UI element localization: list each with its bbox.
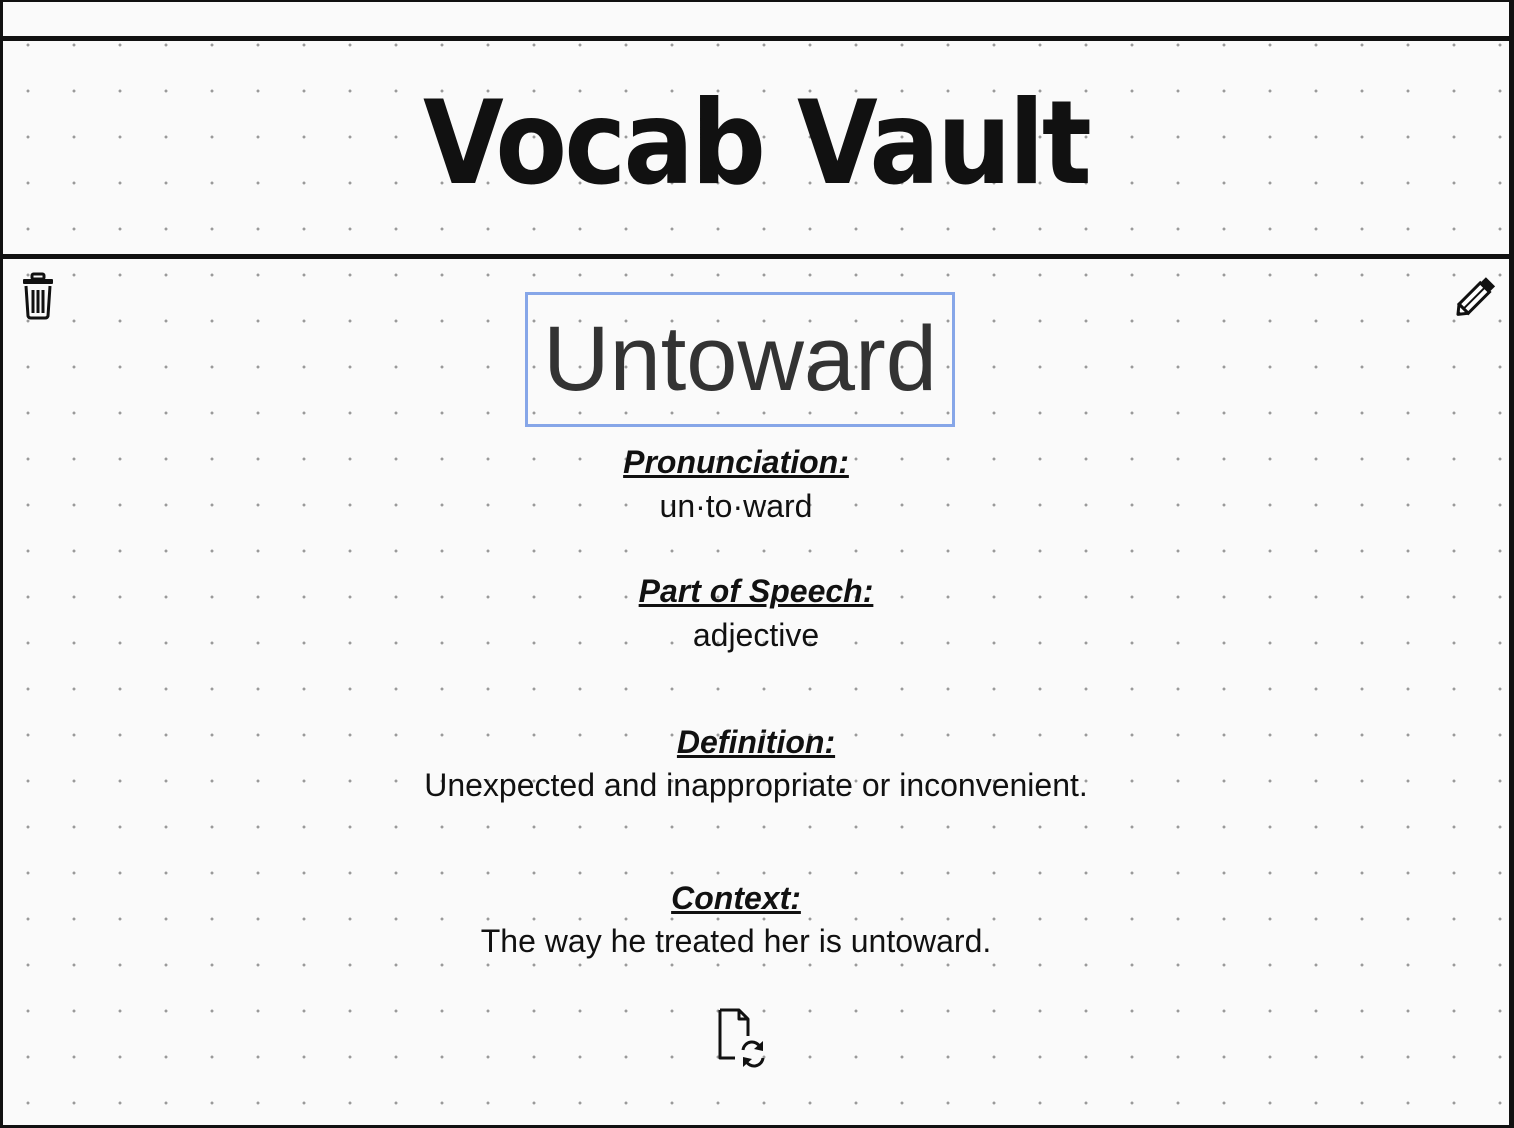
context-label: Context: [671, 880, 801, 916]
pronunciation-value: un·to·ward [659, 488, 813, 524]
word-title[interactable]: Untoward [525, 292, 955, 427]
top-strip [3, 2, 1509, 38]
app-title: Vocab Vault [422, 76, 1092, 211]
header-bottom-rule [3, 254, 1509, 259]
header-top-rule [3, 36, 1509, 41]
vocab-page: Vocab Vault Untoward Pronunciation: un·t… [0, 0, 1514, 1128]
trash-icon [23, 272, 53, 320]
pronunciation-label: Pronunciation: [623, 444, 849, 480]
regenerate-word-button[interactable] [711, 1006, 773, 1072]
edit-word-button[interactable] [1451, 272, 1501, 322]
part-of-speech-label: Part of Speech: [638, 573, 874, 609]
definition-label: Definition: [676, 724, 836, 760]
file-refresh-icon [718, 1008, 765, 1068]
delete-word-button[interactable] [19, 272, 59, 322]
definition-value: Unexpected and inappropriate or inconven… [424, 767, 1088, 803]
pencil-icon [1456, 277, 1496, 316]
part-of-speech-value: adjective [692, 617, 820, 653]
context-value: The way he treated her is untoward. [480, 923, 992, 959]
